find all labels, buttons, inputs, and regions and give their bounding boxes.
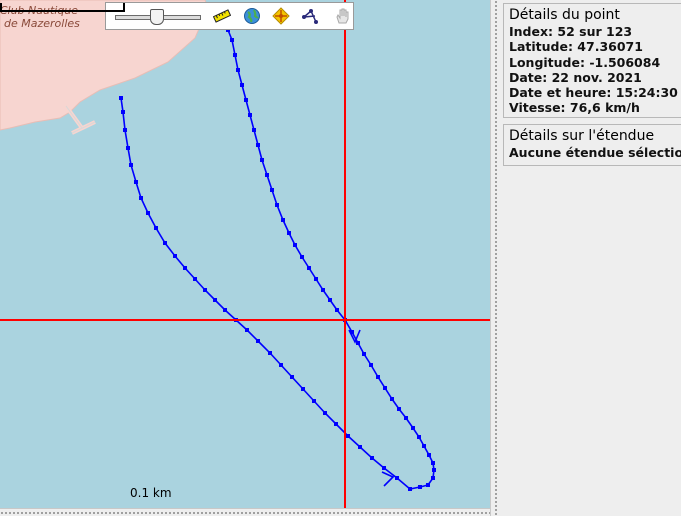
track-point[interactable] bbox=[275, 203, 279, 207]
track-point[interactable] bbox=[335, 308, 339, 312]
track-point[interactable] bbox=[240, 83, 244, 87]
track-point[interactable] bbox=[279, 363, 283, 367]
track-point[interactable] bbox=[328, 298, 332, 302]
track-point[interactable] bbox=[323, 411, 327, 415]
track-point[interactable] bbox=[376, 375, 380, 379]
track-point[interactable] bbox=[134, 180, 138, 184]
point-date: Date: 22 nov. 2021 bbox=[509, 69, 642, 85]
track-point[interactable] bbox=[121, 110, 125, 114]
track-point[interactable] bbox=[213, 298, 217, 302]
track-point[interactable] bbox=[281, 218, 285, 222]
track-point[interactable] bbox=[383, 386, 387, 390]
track-point[interactable] bbox=[244, 98, 248, 102]
track-point[interactable] bbox=[334, 422, 338, 426]
track-point[interactable] bbox=[248, 113, 252, 117]
track-point[interactable] bbox=[146, 211, 150, 215]
track-point[interactable] bbox=[154, 226, 158, 230]
track-point[interactable] bbox=[404, 416, 408, 420]
track-point[interactable] bbox=[256, 339, 260, 343]
track-point[interactable] bbox=[390, 397, 394, 401]
range-status: Aucune étendue sélectionnée bbox=[509, 145, 681, 160]
track-point[interactable] bbox=[397, 407, 401, 411]
track-point[interactable] bbox=[129, 163, 133, 167]
track-point[interactable] bbox=[426, 483, 430, 487]
hand-icon[interactable] bbox=[333, 7, 353, 27]
track-point[interactable] bbox=[233, 53, 237, 57]
point-datetime: Date et heure: 15:24:30 bbox=[509, 85, 678, 101]
point-longitude: Longitude: -1.506084 bbox=[509, 54, 661, 70]
range-details-panel: Détails sur l'étendue Aucune étendue sél… bbox=[503, 124, 681, 166]
map-toolbar bbox=[105, 2, 354, 30]
track-point[interactable] bbox=[126, 146, 130, 150]
map-view[interactable]: Club Nautique de Mazerolles 0.1 km bbox=[0, 0, 490, 508]
track-point[interactable] bbox=[382, 466, 386, 470]
track-point[interactable] bbox=[183, 266, 187, 270]
range-details-title: Détails sur l'étendue bbox=[509, 128, 655, 144]
track-point[interactable] bbox=[346, 434, 350, 438]
gps-track[interactable] bbox=[119, 5, 436, 491]
scale-label: 0.1 km bbox=[130, 486, 172, 500]
track-point[interactable] bbox=[252, 128, 256, 132]
track-point[interactable] bbox=[260, 158, 264, 162]
map-canvas[interactable] bbox=[0, 0, 490, 508]
track-point[interactable] bbox=[230, 38, 234, 42]
track-point[interactable] bbox=[321, 288, 325, 292]
connect-points-icon[interactable] bbox=[301, 7, 321, 27]
track-point[interactable] bbox=[301, 387, 305, 391]
track-line[interactable] bbox=[120, 29, 435, 490]
track-point[interactable] bbox=[314, 277, 318, 281]
track-point[interactable] bbox=[139, 196, 143, 200]
vertical-splitter[interactable] bbox=[490, 0, 500, 516]
track-point[interactable] bbox=[418, 485, 422, 489]
point-details-panel: Détails du point Index: 52 sur 123 Latit… bbox=[503, 3, 681, 118]
scale-bar bbox=[0, 3, 125, 12]
point-latitude: Latitude: 47.36071 bbox=[509, 39, 643, 55]
point-details-title: Détails du point bbox=[509, 7, 620, 23]
track-point[interactable] bbox=[236, 68, 240, 72]
track-point[interactable] bbox=[408, 487, 412, 491]
track-point[interactable] bbox=[293, 243, 297, 247]
track-point[interactable] bbox=[163, 241, 167, 245]
globe-icon[interactable] bbox=[243, 7, 263, 27]
track-point[interactable] bbox=[431, 461, 435, 465]
track-point[interactable] bbox=[431, 476, 435, 480]
track-point[interactable] bbox=[307, 266, 311, 270]
track-point[interactable] bbox=[270, 188, 274, 192]
track-point[interactable] bbox=[395, 476, 399, 480]
track-point[interactable] bbox=[312, 399, 316, 403]
track-point[interactable] bbox=[300, 255, 304, 259]
track-point[interactable] bbox=[193, 277, 197, 281]
ruler-icon[interactable] bbox=[213, 7, 233, 27]
track-point[interactable] bbox=[223, 308, 227, 312]
track-point[interactable] bbox=[268, 351, 272, 355]
compass-icon[interactable] bbox=[272, 7, 292, 27]
track-point[interactable] bbox=[290, 375, 294, 379]
track-point[interactable] bbox=[411, 426, 415, 430]
track-point[interactable] bbox=[203, 288, 207, 292]
track-point[interactable] bbox=[369, 363, 373, 367]
track-point[interactable] bbox=[256, 143, 260, 147]
horizontal-splitter[interactable] bbox=[0, 508, 490, 516]
track-point[interactable] bbox=[358, 445, 362, 449]
track-point[interactable] bbox=[417, 435, 421, 439]
track-point[interactable] bbox=[287, 231, 291, 235]
track-point[interactable] bbox=[427, 453, 431, 457]
track-point[interactable] bbox=[356, 341, 360, 345]
track-point[interactable] bbox=[265, 173, 269, 177]
track-point[interactable] bbox=[123, 128, 127, 132]
point-speed: Vitesse: 76,6 km/h bbox=[509, 100, 640, 116]
track-point[interactable] bbox=[173, 254, 177, 258]
point-index: Index: 52 sur 123 bbox=[509, 24, 633, 39]
track-point[interactable] bbox=[370, 456, 374, 460]
track-point[interactable] bbox=[245, 328, 249, 332]
track-point[interactable] bbox=[119, 96, 123, 100]
track-point[interactable] bbox=[362, 352, 366, 356]
track-point[interactable] bbox=[422, 444, 426, 448]
track-point[interactable] bbox=[432, 468, 436, 472]
zoom-slider-thumb[interactable] bbox=[150, 9, 164, 25]
